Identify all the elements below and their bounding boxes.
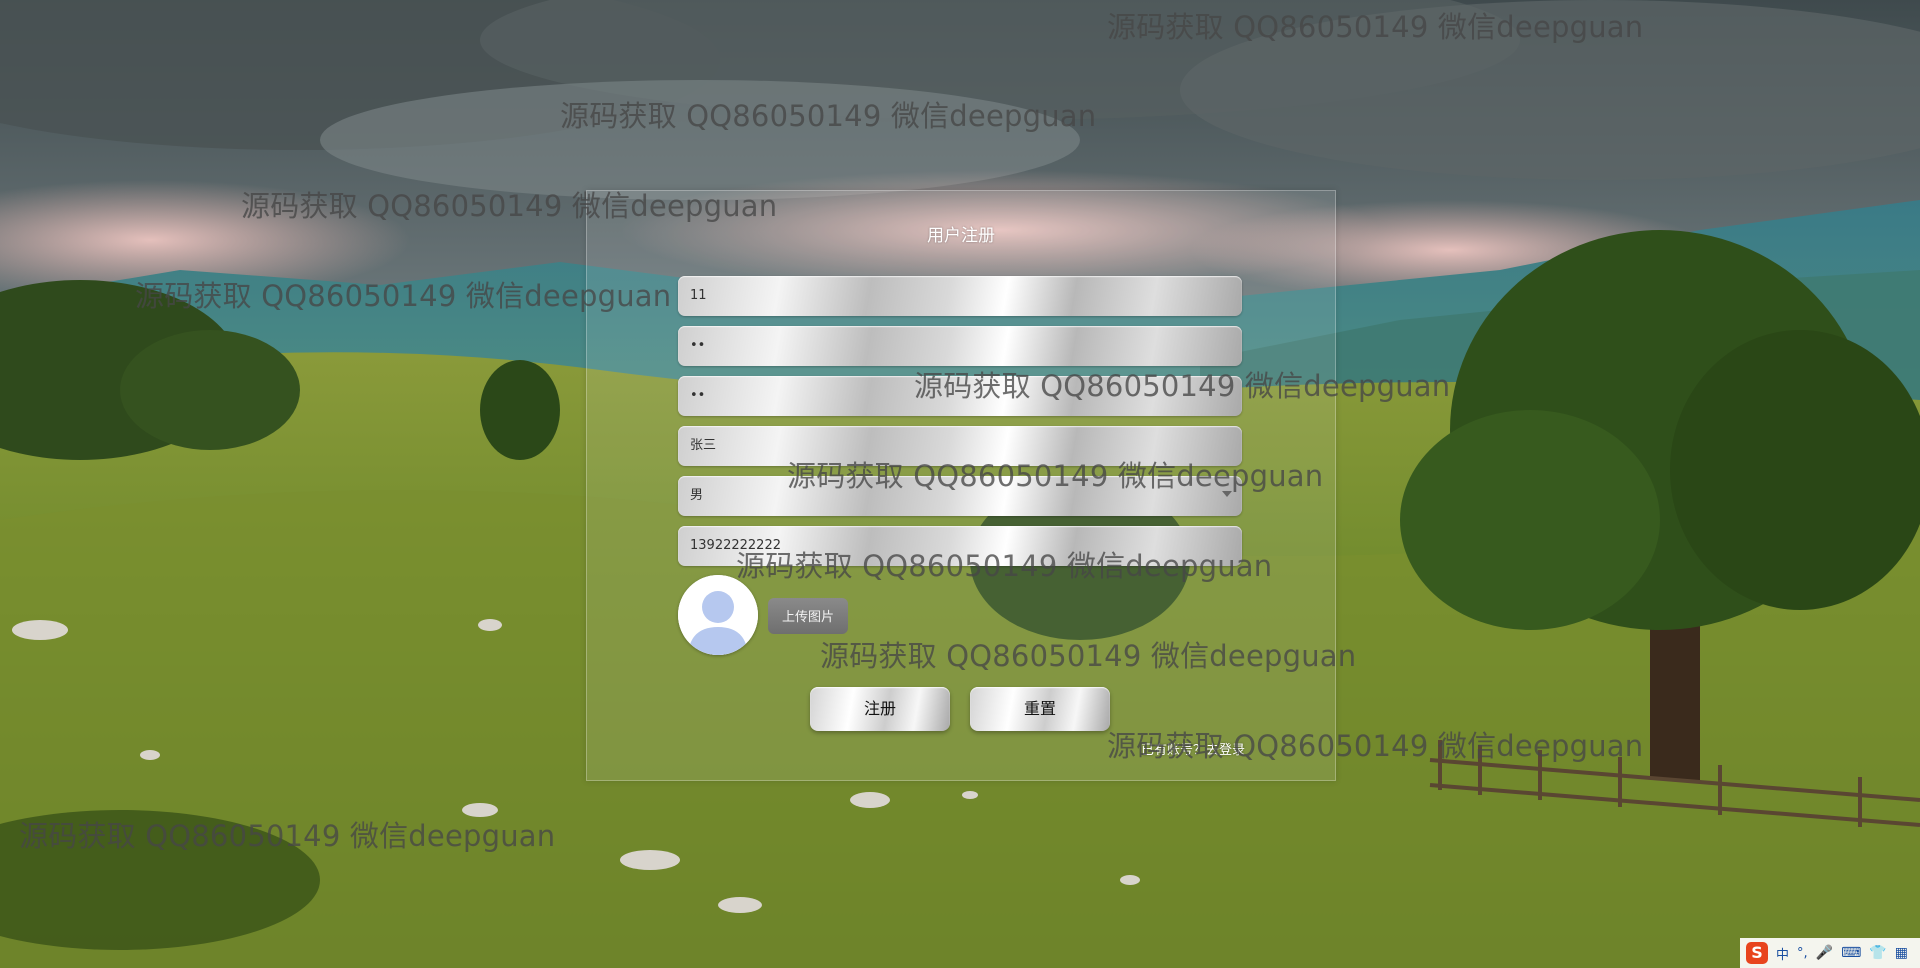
toolbox-icon[interactable]: ▦ (1895, 945, 1908, 961)
gender-select-value: 男 (690, 488, 704, 503)
ime-punct-toggle[interactable]: °, (1797, 946, 1808, 961)
register-panel: 用户注册 11 •• •• 张三 男 13922222222 上传图片 注册 重… (586, 190, 1336, 781)
gender-select[interactable]: 男 (678, 476, 1242, 516)
register-button[interactable]: 注册 (810, 687, 950, 731)
phone-input[interactable]: 13922222222 (678, 526, 1242, 566)
upload-image-button[interactable]: 上传图片 (768, 598, 848, 634)
chevron-down-icon (1222, 491, 1232, 497)
login-link[interactable]: 已有账号？去登录 (1141, 739, 1245, 758)
user-avatar-icon (678, 575, 758, 655)
sogou-logo-icon[interactable]: S (1746, 942, 1768, 964)
skin-icon[interactable]: 👕 (1869, 945, 1886, 961)
avatar (678, 575, 758, 655)
account-input[interactable]: 11 (678, 276, 1242, 316)
password-input[interactable]: •• (678, 326, 1242, 366)
microphone-icon[interactable]: 🎤 (1816, 945, 1833, 961)
ime-toolbar: S 中 °, 🎤 ⌨ 👕 ▦ (1740, 938, 1920, 968)
reset-button[interactable]: 重置 (970, 687, 1110, 731)
confirm-password-input[interactable]: •• (678, 376, 1242, 416)
keyboard-icon[interactable]: ⌨ (1841, 945, 1861, 961)
page-title: 用户注册 (927, 226, 995, 246)
ime-mode-toggle[interactable]: 中 (1776, 944, 1789, 963)
name-input[interactable]: 张三 (678, 426, 1242, 466)
